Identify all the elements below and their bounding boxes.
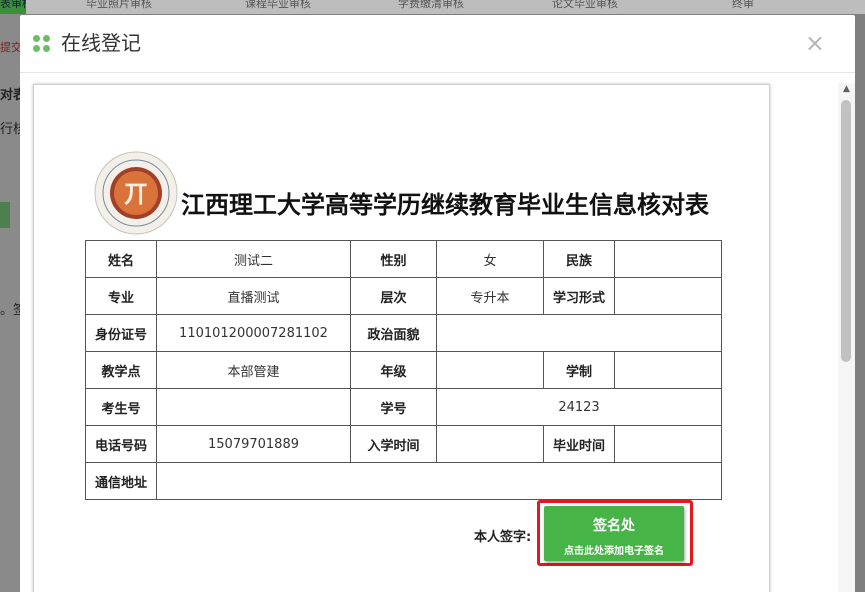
field-label: 考生号 <box>85 388 157 426</box>
field-value: 本部管建 <box>156 351 351 389</box>
field-label: 年级 <box>350 351 437 389</box>
background-tab-bar: 表审核 毕业照片审核 课程毕业审核 学费缴清审核 论文毕业审核 终审 <box>0 0 865 14</box>
field-value: 女 <box>436 240 544 278</box>
signature-button-title: 签名处 <box>593 518 635 534</box>
table-row: 通信地址 <box>85 462 722 500</box>
field-label: 姓名 <box>85 240 157 278</box>
add-signature-button[interactable]: 签名处 点击此处添加电子签名 <box>544 506 684 561</box>
field-value <box>156 462 722 500</box>
table-row: 教学点 本部管建 年级 学制 <box>85 351 722 389</box>
dots-icon <box>33 35 51 53</box>
table-row: 姓名 测试二 性别女民族 <box>85 240 722 278</box>
signature-button-hint: 点击此处添加电子签名 <box>564 546 664 557</box>
background-tab: 毕业照片审核 <box>86 0 152 10</box>
field-value: 110101200007281102 <box>156 314 351 352</box>
background-page-edge: 提交 对表 行核 。签 <box>0 14 26 592</box>
field-value <box>614 351 722 389</box>
table-row: 电话号码 15079701889 入学时间 毕业时间 <box>85 425 722 463</box>
background-green-block <box>0 202 10 228</box>
field-label: 电话号码 <box>85 425 157 463</box>
table-row: 身份证号 110101200007281102 政治面貌 <box>85 314 722 352</box>
field-value <box>614 240 722 278</box>
field-value: 测试二 <box>156 240 351 278</box>
background-text: 提交 <box>0 41 22 54</box>
field-value: 专升本 <box>436 277 544 315</box>
field-label: 教学点 <box>85 351 157 389</box>
field-value <box>436 425 544 463</box>
field-value: 24123 <box>436 388 722 426</box>
field-label: 性别 <box>350 240 437 278</box>
background-tab: 终审 <box>732 0 754 10</box>
dialog-body: 丌 江西理工大学高等学历继续教育毕业生信息核对表 姓名 测试二 性别女民族 专业 直播测… <box>20 74 855 592</box>
info-table: 姓名 测试二 性别女民族 专业 直播测试 层次 专升本 学习形式 身份证号 11010120000… <box>85 240 722 500</box>
dot <box>33 35 40 42</box>
table-row: 考生号 学号 24123 <box>85 388 722 426</box>
dot <box>33 45 40 52</box>
vertical-scrollbar[interactable]: ▲ <box>838 83 855 592</box>
online-registration-dialog: 在线登记 × 丌 江西理工大学高等学历继续教育毕业生信息核对表 姓名 测试二 性别女… <box>20 15 855 592</box>
signature-label: 本人签字: <box>474 530 532 545</box>
logo-glyph: 丌 <box>124 179 148 208</box>
field-value <box>436 314 722 352</box>
close-icon[interactable]: × <box>805 29 825 57</box>
background-tab: 课程毕业审核 <box>245 0 311 10</box>
dialog-header: 在线登记 × <box>20 15 855 73</box>
signature-highlight-frame: 签名处 点击此处添加电子签名 <box>537 500 693 566</box>
field-label: 毕业时间 <box>543 425 615 463</box>
dot <box>43 35 50 42</box>
field-value <box>614 425 722 463</box>
field-label: 入学时间 <box>350 425 437 463</box>
field-value: 直播测试 <box>156 277 351 315</box>
scroll-up-arrow-icon[interactable]: ▲ <box>841 83 852 95</box>
background-tab: 学费缴清审核 <box>398 0 464 10</box>
field-value <box>436 351 544 389</box>
dialog-title: 在线登记 <box>61 31 141 55</box>
field-label: 学制 <box>543 351 615 389</box>
field-label: 民族 <box>543 240 615 278</box>
registration-form-document: 丌 江西理工大学高等学历继续教育毕业生信息核对表 姓名 测试二 性别女民族 专业 直播测… <box>33 84 770 592</box>
document-title: 江西理工大学高等学历继续教育毕业生信息核对表 <box>181 191 709 219</box>
background-tab-active: 表审核 <box>0 0 26 14</box>
scrollbar-thumb[interactable] <box>841 100 851 362</box>
background-tab: 论文毕业审核 <box>552 0 618 10</box>
dot <box>43 45 50 52</box>
field-label: 政治面貌 <box>350 314 437 352</box>
field-label: 学号 <box>350 388 437 426</box>
field-label: 专业 <box>85 277 157 315</box>
field-value <box>614 277 722 315</box>
field-label: 身份证号 <box>85 314 157 352</box>
field-value <box>156 388 351 426</box>
field-label: 通信地址 <box>85 462 157 500</box>
table-row: 专业 直播测试 层次 专升本 学习形式 <box>85 277 722 315</box>
university-logo: 丌 <box>94 151 178 235</box>
field-value: 15079701889 <box>156 425 351 463</box>
field-label: 学习形式 <box>543 277 615 315</box>
field-label: 层次 <box>350 277 437 315</box>
